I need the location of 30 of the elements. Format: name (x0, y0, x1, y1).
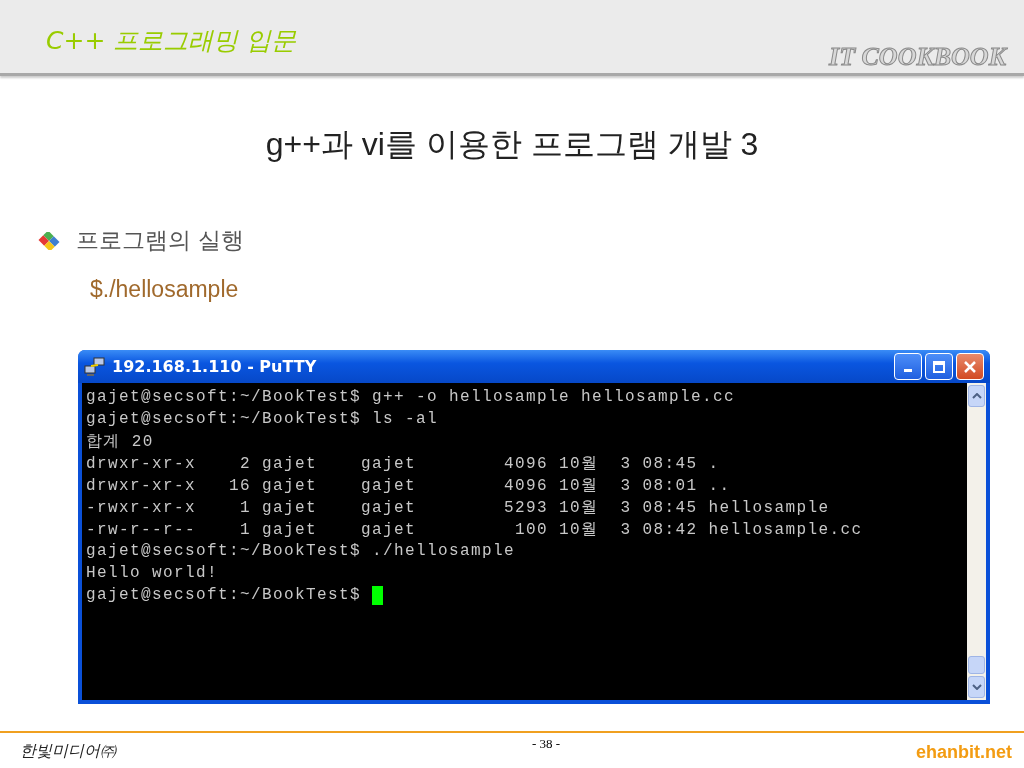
scroll-down-button[interactable] (968, 676, 985, 698)
computers-icon (84, 356, 106, 377)
close-icon (964, 360, 976, 373)
slide-title: g++과 vi를 이용한 프로그램 개발 3 (264, 125, 760, 164)
bullet-text: 프로그램의 실행 (76, 226, 245, 255)
terminal-line: gajet@secsoft:~/BookTest$ ls -al (86, 410, 439, 428)
minimize-button[interactable] (894, 353, 922, 380)
close-button[interactable] (956, 353, 984, 380)
command-text: $./hellosample (90, 276, 240, 303)
diamond-bullet-icon (38, 231, 60, 250)
scrollbar[interactable] (967, 383, 986, 700)
terminal-line: 합계 20 (86, 431, 154, 452)
publisher-name: 한빛미디어㈜ (20, 741, 116, 761)
terminal-line: gajet@secsoft:~/BookTest$ ./hellosample (86, 542, 516, 560)
terminal-line: Hello world! (86, 564, 219, 582)
minimize-icon (904, 369, 912, 372)
terminal-line: drwxr-xr-x 2 gajet gajet 4096 10월 3 08:45 . (86, 453, 720, 474)
terminal-line: drwxr-xr-x 16 gajet gajet 4096 10월 3 08:01 .. (86, 475, 731, 496)
terminal-line: gajet@secsoft:~/BookTest$ g++ -o hellosample hellosample.cc (86, 388, 736, 406)
maximize-icon (933, 360, 945, 373)
terminal-line: gajet@secsoft:~/BookTest$ (86, 586, 363, 604)
scroll-thumb[interactable] (968, 656, 985, 674)
window-title: 192.168.1.110 - PuTTY (112, 357, 318, 376)
terminal-line: -rw-r--r-- 1 gajet gajet 100 10월 3 08:42 hellosample.cc (86, 519, 863, 540)
brand-logo: IT COOKBOOK (829, 42, 1006, 72)
maximize-button[interactable] (925, 353, 953, 380)
page-number: - 38 - (531, 736, 561, 752)
terminal-line: -rwxr-xr-x 1 gajet gajet 5293 10월 3 08:45 hellosample (86, 497, 830, 518)
course-title: C++ 프로그래밍 입문 (46, 25, 297, 57)
scroll-up-button[interactable] (968, 385, 985, 407)
